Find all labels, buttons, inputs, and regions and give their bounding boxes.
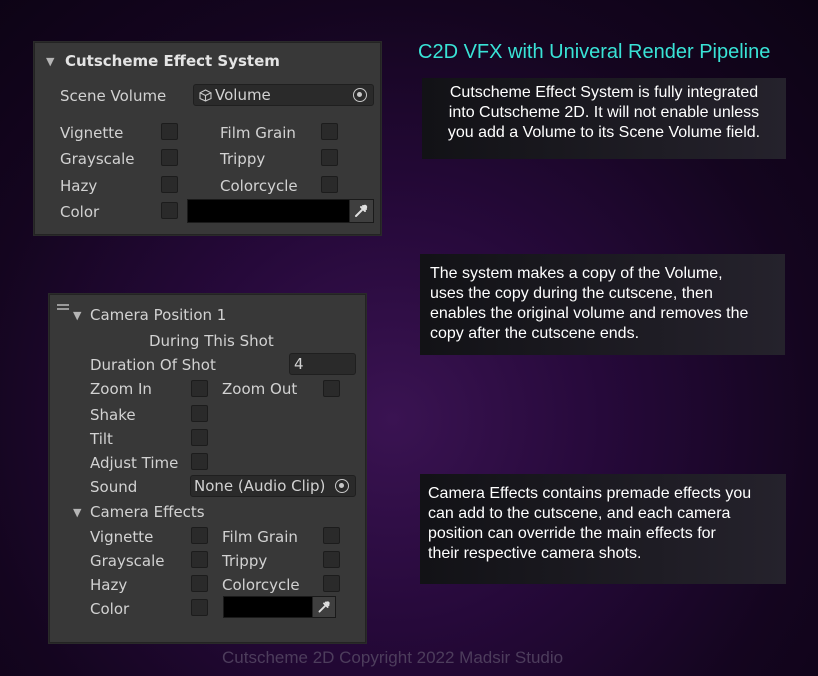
foldout-arrow-icon[interactable]: ▼ xyxy=(73,504,81,522)
scene-volume-value: Volume xyxy=(215,86,271,104)
effect-system-header[interactable]: Cutscheme Effect System xyxy=(65,52,280,70)
duration-value: 4 xyxy=(294,355,304,373)
hazy-label: Hazy xyxy=(90,576,128,594)
tilt-label: Tilt xyxy=(90,430,113,448)
vignette-checkbox[interactable] xyxy=(161,123,178,140)
info-line: enables the original volume and removes … xyxy=(430,305,749,322)
info-line: The system makes a copy of the Volume, xyxy=(430,265,723,282)
color-checkbox[interactable] xyxy=(161,202,178,219)
sound-field[interactable]: None (Audio Clip) xyxy=(190,475,356,497)
vignette-label: Vignette xyxy=(60,124,124,142)
info-line: copy after the cutscene ends. xyxy=(430,325,640,342)
info-line: position can override the main effects f… xyxy=(428,525,716,542)
info-line: can add to the cutscene, and each camera xyxy=(428,505,731,522)
eyedropper-button[interactable] xyxy=(349,200,373,222)
grayscale-checkbox[interactable] xyxy=(191,551,208,568)
film-grain-checkbox[interactable] xyxy=(323,527,340,544)
eyedropper-button[interactable] xyxy=(312,597,335,617)
zoom-in-label: Zoom In xyxy=(90,380,152,398)
adjust-time-label: Adjust Time xyxy=(90,454,179,472)
adjust-time-checkbox[interactable] xyxy=(191,453,208,470)
colorcycle-label: Colorcycle xyxy=(220,177,298,195)
scene-volume-field[interactable]: Volume xyxy=(193,84,374,106)
eyedropper-icon xyxy=(318,601,330,613)
info-line: Camera Effects contains premade effects … xyxy=(428,485,752,502)
grayscale-label: Grayscale xyxy=(90,552,165,570)
trippy-checkbox[interactable] xyxy=(323,551,340,568)
color-label: Color xyxy=(90,600,130,618)
eyedropper-icon xyxy=(355,204,368,217)
colorcycle-checkbox[interactable] xyxy=(323,575,340,592)
zoom-in-checkbox[interactable] xyxy=(191,380,208,397)
hazy-label: Hazy xyxy=(60,177,98,195)
info-line: their respective camera shots. xyxy=(428,545,642,562)
color-swatch[interactable] xyxy=(187,199,374,223)
film-grain-label: Film Grain xyxy=(222,528,298,546)
zoom-out-label: Zoom Out xyxy=(222,380,298,398)
during-shot-label: During This Shot xyxy=(149,332,274,350)
object-picker-icon[interactable] xyxy=(353,88,367,102)
camera-position-panel: ▼ Camera Position 1 During This Shot Dur… xyxy=(49,294,366,643)
camera-position-header[interactable]: Camera Position 1 xyxy=(90,306,226,324)
page-title: C2D VFX with Univeral Render Pipeline xyxy=(418,41,771,63)
hazy-checkbox[interactable] xyxy=(161,176,178,193)
trippy-checkbox[interactable] xyxy=(321,149,338,166)
scene-volume-label: Scene Volume xyxy=(60,87,167,105)
duration-input[interactable]: 4 xyxy=(289,353,356,375)
object-picker-icon[interactable] xyxy=(335,479,349,493)
shake-label: Shake xyxy=(90,406,136,424)
info-line: into Cutscheme 2D. It will not enable un… xyxy=(448,104,760,121)
sound-value: None (Audio Clip) xyxy=(194,477,326,495)
hazy-checkbox[interactable] xyxy=(191,575,208,592)
copyright-text: Cutscheme 2D Copyright 2022 Madsir Studi… xyxy=(222,648,564,667)
zoom-out-checkbox[interactable] xyxy=(323,380,340,397)
camera-effects-header[interactable]: Camera Effects xyxy=(90,503,205,521)
trippy-label: Trippy xyxy=(222,552,268,570)
trippy-label: Trippy xyxy=(220,150,266,168)
info-line: Cutscheme Effect System is fully integra… xyxy=(449,84,759,101)
colorcycle-checkbox[interactable] xyxy=(321,176,338,193)
info-line: uses the copy during the cutscene, then xyxy=(430,285,713,302)
info-box-volume-copy: The system makes a copy of the Volume, u… xyxy=(420,254,785,355)
color-swatch[interactable] xyxy=(223,596,336,618)
duration-label: Duration Of Shot xyxy=(90,356,216,374)
effect-system-panel: ▼ Cutscheme Effect System Scene Volume V… xyxy=(34,42,381,235)
vignette-checkbox[interactable] xyxy=(191,527,208,544)
sound-label: Sound xyxy=(90,478,138,496)
grayscale-checkbox[interactable] xyxy=(161,149,178,166)
film-grain-checkbox[interactable] xyxy=(321,123,338,140)
color-label: Color xyxy=(60,203,100,221)
info-box-integration: Cutscheme Effect System is fully integra… xyxy=(422,78,786,159)
colorcycle-label: Colorcycle xyxy=(222,576,300,594)
info-line: you add a Volume to its Scene Volume fie… xyxy=(447,124,761,141)
grayscale-label: Grayscale xyxy=(60,150,135,168)
cube-icon xyxy=(199,89,212,102)
tilt-checkbox[interactable] xyxy=(191,429,208,446)
vignette-label: Vignette xyxy=(90,528,154,546)
drag-handle-icon[interactable] xyxy=(57,304,69,310)
shake-checkbox[interactable] xyxy=(191,405,208,422)
color-checkbox[interactable] xyxy=(191,599,208,616)
foldout-arrow-icon[interactable]: ▼ xyxy=(73,307,81,325)
foldout-arrow-icon[interactable]: ▼ xyxy=(46,53,54,71)
info-box-camera-effects: Camera Effects contains premade effects … xyxy=(420,474,786,584)
film-grain-label: Film Grain xyxy=(220,124,296,142)
